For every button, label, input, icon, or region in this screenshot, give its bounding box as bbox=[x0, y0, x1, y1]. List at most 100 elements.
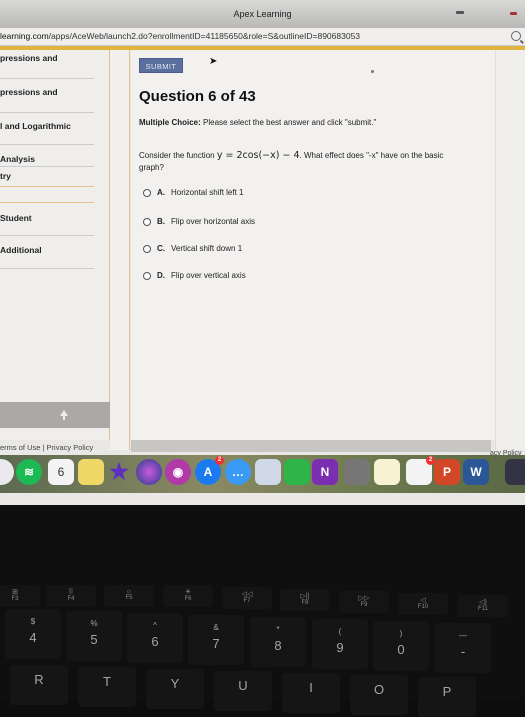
key-symbol: ) bbox=[399, 629, 403, 638]
radio-button[interactable] bbox=[143, 217, 151, 226]
footer-links[interactable]: erms of Use | Privacy Policy bbox=[0, 443, 93, 452]
preview-icon[interactable] bbox=[255, 459, 281, 485]
key-symbol: % bbox=[90, 619, 98, 628]
key-label: F9 bbox=[360, 602, 368, 608]
question-prompt: Consider the function y = 2cos(−x) − 4. … bbox=[139, 150, 469, 173]
key-y[interactable]: Y bbox=[146, 669, 204, 709]
onenote-icon[interactable]: N bbox=[312, 459, 338, 485]
imovie-icon[interactable]: ★ bbox=[106, 459, 132, 485]
answer-option-d[interactable]: D. Flip over vertical axis bbox=[143, 271, 246, 280]
scroll-top-bar[interactable] bbox=[0, 402, 110, 428]
key-glyph: ☼ bbox=[125, 588, 133, 595]
key-p[interactable]: P bbox=[418, 677, 476, 717]
key-minus[interactable]: — - bbox=[435, 623, 491, 673]
option-letter: B. bbox=[157, 217, 165, 226]
window-titlebar: Apex Learning bbox=[0, 0, 525, 28]
f10-key[interactable]: ◁ F10 bbox=[398, 593, 448, 615]
option-text: Flip over vertical axis bbox=[171, 271, 246, 280]
url-path: /apps/AceWeb/launch2.do?enrollmentID=411… bbox=[48, 31, 361, 41]
key-symbol: — bbox=[459, 631, 467, 640]
radio-button[interactable] bbox=[143, 244, 151, 253]
reminders-icon[interactable]: 2 bbox=[406, 456, 435, 485]
divider bbox=[0, 112, 94, 113]
answer-option-c[interactable]: C. Vertical shift down 1 bbox=[143, 244, 242, 253]
evernote-icon[interactable] bbox=[284, 459, 310, 485]
divider bbox=[0, 235, 94, 236]
answer-option-b[interactable]: B. Flip over horizontal axis bbox=[143, 217, 255, 226]
key-glyph: ⊞ bbox=[12, 589, 18, 596]
key-o[interactable]: O bbox=[350, 675, 408, 715]
key-6[interactable]: ^ 6 bbox=[127, 613, 183, 663]
sidebar-item[interactable]: Student bbox=[0, 213, 96, 223]
siri-icon[interactable] bbox=[136, 459, 162, 485]
key-t[interactable]: T bbox=[78, 667, 136, 707]
word-icon[interactable]: W bbox=[463, 459, 489, 485]
app-store-icon[interactable]: A2 bbox=[195, 456, 224, 485]
key-label: F5 bbox=[125, 595, 133, 601]
close-icon[interactable] bbox=[510, 12, 517, 15]
option-letter: C. bbox=[157, 244, 165, 253]
key-i[interactable]: I bbox=[282, 673, 340, 713]
key-symbol: & bbox=[213, 623, 219, 632]
key-9[interactable]: (9 bbox=[312, 619, 368, 669]
calendar-icon[interactable]: 6 bbox=[48, 459, 74, 485]
divider bbox=[0, 78, 94, 79]
spotify-icon[interactable]: ≋ bbox=[16, 459, 42, 485]
answer-option-a[interactable]: A. Horizontal shift left 1 bbox=[143, 188, 243, 197]
divider bbox=[0, 186, 94, 187]
submit-button[interactable]: SUBMIT bbox=[139, 58, 183, 73]
f7-key[interactable]: ◁◁ F7 bbox=[222, 587, 272, 609]
key-glyph: ◁◁ bbox=[241, 591, 253, 598]
key-4[interactable]: $4 bbox=[5, 609, 61, 659]
key-number: 7 bbox=[212, 636, 220, 651]
finder-window-icon[interactable] bbox=[505, 459, 525, 485]
f3-key[interactable]: ⊞ F3 bbox=[0, 585, 40, 607]
dock: ≋ 6 ★ ◉ A2 … N 2 P W bbox=[0, 455, 525, 493]
key-5[interactable]: % 5 bbox=[66, 611, 122, 661]
url-text[interactable]: learning.com/apps/AceWeb/launch2.do?enro… bbox=[0, 31, 360, 41]
itunes-icon[interactable] bbox=[0, 459, 14, 485]
sidebar-item[interactable]: Analysis bbox=[0, 154, 96, 164]
key-symbol: * bbox=[276, 625, 280, 634]
address-bar[interactable]: learning.com/apps/AceWeb/launch2.do?enro… bbox=[0, 28, 525, 46]
question-type-text: Please select the best answer and click … bbox=[200, 118, 377, 127]
zoom-icon[interactable] bbox=[511, 31, 521, 41]
key-u[interactable]: U bbox=[214, 671, 272, 711]
sidebar-item[interactable]: pressions and bbox=[0, 87, 96, 97]
f8-key[interactable]: ▷|| F8 bbox=[280, 589, 330, 611]
key-glyph: ◁) bbox=[479, 599, 487, 606]
key-7[interactable]: & 7 bbox=[188, 615, 244, 665]
calendar-day: 6 bbox=[57, 465, 65, 479]
key-number: - bbox=[460, 644, 466, 659]
calculator-icon[interactable] bbox=[344, 459, 370, 485]
panel-divider bbox=[110, 50, 130, 450]
url-host: learning.com bbox=[0, 31, 49, 41]
photo-booth-icon[interactable]: ◉ bbox=[165, 459, 191, 485]
stickies-icon[interactable] bbox=[78, 459, 104, 485]
key-8[interactable]: * 8 bbox=[250, 617, 306, 667]
key-r[interactable]: R bbox=[10, 665, 68, 705]
f9-key[interactable]: ▷▷ F9 bbox=[339, 591, 389, 613]
arrow-up-icon[interactable] bbox=[60, 410, 68, 420]
sidebar-item[interactable]: Additional bbox=[0, 245, 96, 255]
key-0[interactable]: ) 0 bbox=[373, 621, 429, 671]
sidebar-item[interactable]: pressions and bbox=[0, 53, 96, 63]
messages-icon[interactable]: … bbox=[225, 459, 251, 485]
key-symbol: ^ bbox=[153, 621, 157, 630]
powerpoint-icon[interactable]: P bbox=[434, 459, 460, 485]
minimize-icon[interactable] bbox=[456, 11, 464, 14]
option-text: Flip over horizontal axis bbox=[171, 217, 256, 226]
key-label: F3 bbox=[11, 596, 19, 602]
f11-key[interactable]: ◁) F11 bbox=[458, 595, 508, 617]
f6-key[interactable]: ☀ F6 bbox=[163, 585, 213, 607]
f5-key[interactable]: ☼ F5 bbox=[104, 585, 154, 607]
sidebar-item[interactable]: try bbox=[0, 171, 96, 181]
f4-key[interactable]: ⠿ F4 bbox=[46, 585, 96, 607]
prompt-before: Consider the function bbox=[139, 151, 217, 160]
notes-icon[interactable] bbox=[374, 459, 400, 485]
radio-button[interactable] bbox=[143, 188, 151, 197]
laptop-screen: Apex Learning learning.com/apps/AceWeb/l… bbox=[0, 0, 525, 505]
sidebar-item[interactable]: l and Logarithmic bbox=[0, 121, 96, 131]
radio-button[interactable] bbox=[143, 271, 151, 280]
app-store-badge: 2 bbox=[215, 456, 224, 465]
